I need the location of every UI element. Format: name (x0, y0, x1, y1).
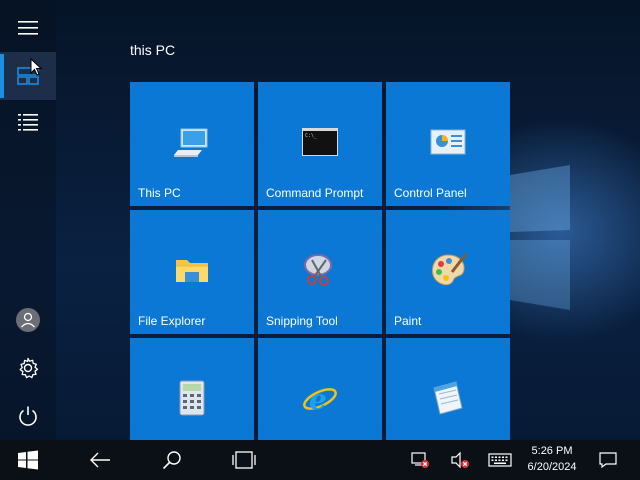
search-button[interactable] (148, 440, 196, 480)
windows-logo-icon (18, 450, 38, 470)
hamburger-menu-icon[interactable] (0, 4, 56, 52)
power-icon[interactable] (0, 392, 56, 440)
back-button[interactable] (76, 440, 124, 480)
tile-label: File Explorer (138, 314, 206, 328)
tile-snipping-tool[interactable]: Snipping Tool (258, 210, 382, 334)
volume-tray-button[interactable] (438, 440, 482, 480)
control-panel-icon (428, 122, 468, 162)
snipping-tool-icon (300, 250, 340, 290)
tiles-view-icon[interactable] (0, 52, 56, 100)
back-arrow-icon (90, 452, 110, 468)
task-view-icon (232, 451, 256, 469)
svg-text:e: e (309, 383, 327, 416)
tile-calculator[interactable] (130, 338, 254, 440)
tile-internet-explorer[interactable]: e (258, 338, 382, 440)
start-button[interactable] (4, 440, 52, 480)
tile-this-pc[interactable]: This PC (130, 82, 254, 206)
tile-notepad[interactable] (386, 338, 510, 440)
this-pc-icon (172, 122, 212, 162)
system-clock[interactable]: 5:26 PM 6/20/2024 (518, 443, 586, 477)
mouse-cursor-icon (30, 58, 42, 76)
calculator-icon (172, 378, 212, 418)
search-icon (162, 451, 181, 470)
tile-label: Control Panel (394, 186, 467, 200)
command-prompt-icon: C:\_ (300, 122, 340, 162)
tile-file-explorer[interactable]: File Explorer (130, 210, 254, 334)
internet-explorer-icon: e (300, 378, 340, 418)
svg-text:C:\_: C:\_ (305, 133, 318, 139)
tile-grid: This PC C:\_ Command Prompt Control Pane… (130, 82, 510, 440)
keyboard-icon (488, 453, 512, 467)
volume-muted-icon (451, 451, 469, 469)
notifications-icon (599, 452, 617, 468)
task-view-button[interactable] (220, 440, 268, 480)
touch-keyboard-button[interactable] (478, 440, 522, 480)
start-menu: this PC This PC C:\_ Command Prompt Cont… (0, 0, 640, 440)
tile-label: Snipping Tool (266, 314, 338, 328)
action-center-button[interactable] (588, 440, 628, 480)
clock-date: 6/20/2024 (527, 461, 577, 473)
all-apps-list-icon[interactable] (0, 98, 56, 146)
tile-paint[interactable]: Paint (386, 210, 510, 334)
user-account-icon[interactable] (0, 296, 56, 344)
notepad-icon (428, 378, 468, 418)
settings-gear-icon[interactable] (0, 344, 56, 392)
tile-label: Command Prompt (266, 186, 364, 200)
paint-icon (428, 250, 468, 290)
start-left-rail (0, 0, 56, 440)
tile-control-panel[interactable]: Control Panel (386, 82, 510, 206)
network-tray-button[interactable] (398, 440, 442, 480)
tile-label: This PC (138, 186, 181, 200)
clock-time: 5:26 PM (531, 445, 573, 457)
file-explorer-icon (172, 250, 212, 290)
tile-command-prompt[interactable]: C:\_ Command Prompt (258, 82, 382, 206)
tile-group-title: this PC (130, 42, 176, 58)
tile-label: Paint (394, 314, 422, 328)
network-disconnected-icon (411, 452, 429, 468)
taskbar: 5:26 PM 6/20/2024 (0, 440, 640, 480)
